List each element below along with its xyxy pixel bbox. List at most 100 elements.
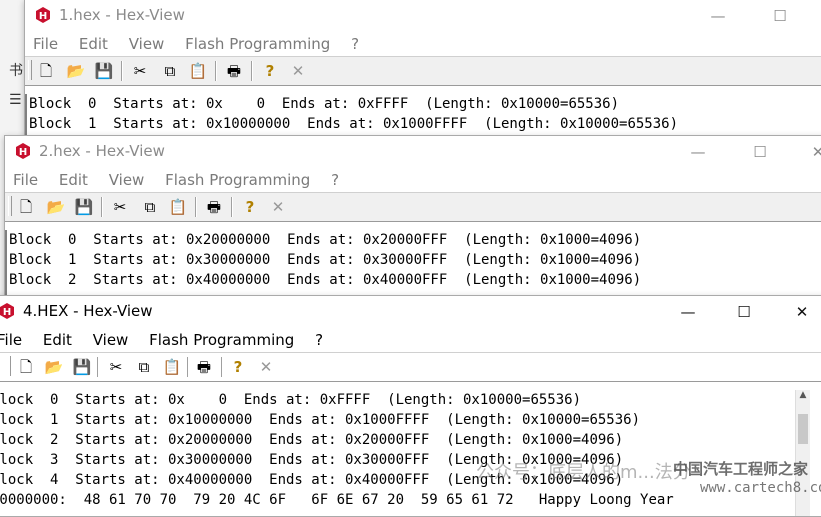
toolbar-separator — [187, 357, 189, 377]
block-list: Block 0 Starts at: 0x 0 Ends at: 0xFFFF … — [25, 94, 821, 140]
open-folder-icon[interactable]: 📂 — [45, 196, 67, 218]
window-1hex[interactable]: H 1.hex - Hex-View — ☐ File Edit View Fl… — [24, 0, 821, 141]
copy-icon[interactable]: ⧉ — [133, 356, 155, 378]
new-file-icon[interactable]: 🗋 — [15, 196, 37, 218]
cut-icon[interactable]: ✂ — [109, 196, 131, 218]
close-button[interactable]: ✕ — [779, 296, 821, 328]
menu-help[interactable]: ? — [351, 32, 359, 56]
svg-text:H: H — [19, 147, 27, 158]
minimize-button[interactable]: — — [675, 136, 721, 168]
scroll-up-icon[interactable]: ▲ — [796, 390, 810, 406]
title-bar[interactable]: H 4.HEX - Hex-View — ☐ ✕ — [0, 296, 821, 328]
toolbar-separator — [215, 61, 217, 81]
toolbar-separator — [231, 197, 233, 217]
close-file-icon[interactable]: ✕ — [267, 196, 289, 218]
maximize-button[interactable]: ☐ — [721, 296, 767, 328]
wechat-watermark: 公众号：底层人的m...法分 — [476, 462, 691, 483]
help-icon[interactable]: ? — [227, 356, 249, 378]
vertical-scrollbar[interactable]: ▲ — [795, 390, 810, 516]
toolbar-grip[interactable] — [7, 356, 11, 376]
menu-bar: File Edit View Flash Programming ? — [5, 168, 821, 192]
block-line: Block 0 Starts at: 0x 0 Ends at: 0xFFFF … — [29, 96, 620, 112]
toolbar-separator — [121, 61, 123, 81]
menu-flash-programming[interactable]: Flash Programming — [149, 328, 294, 352]
print-icon[interactable]: 🖶 — [193, 356, 215, 378]
block-line: Block 2 Starts at: 0x20000000 Ends at: 0… — [0, 432, 624, 448]
menu-flash-programming[interactable]: Flash Programming — [165, 168, 310, 192]
toolbar: 🗋 📂 💾 ✂ ⧉ 📋 🖶 ? ✕ — [0, 352, 821, 382]
menu-view[interactable]: View — [129, 32, 165, 56]
paste-icon[interactable]: 📋 — [187, 60, 209, 82]
block-list: Block 0 Starts at: 0x20000000 Ends at: 0… — [5, 230, 821, 296]
site-watermark-url: www.cartech8.com — [700, 480, 821, 496]
window-title: 1.hex - Hex-View — [59, 6, 185, 24]
open-folder-icon[interactable]: 📂 — [65, 60, 87, 82]
menu-file[interactable]: File — [0, 328, 22, 352]
toolbar-separator — [251, 61, 253, 81]
block-line: Block 1 Starts at: 0x10000000 Ends at: 0… — [0, 412, 641, 428]
desktop-list-icon: ☰ — [9, 92, 22, 108]
window-2hex[interactable]: H 2.hex - Hex-View — ☐ ✕ File Edit View … — [4, 135, 821, 297]
minimize-button[interactable]: — — [695, 0, 741, 32]
menu-file[interactable]: File — [33, 32, 58, 56]
save-icon[interactable]: 💾 — [93, 60, 115, 82]
menu-edit[interactable]: Edit — [43, 328, 72, 352]
menu-flash-programming[interactable]: Flash Programming — [185, 32, 330, 56]
help-icon[interactable]: ? — [239, 196, 261, 218]
block-line: Block 2 Starts at: 0x40000000 Ends at: 0… — [9, 272, 642, 288]
hexview-app-icon: H — [36, 7, 50, 23]
block-line: Block 0 Starts at: 0x20000000 Ends at: 0… — [9, 232, 642, 248]
block-line: Block 0 Starts at: 0x 0 Ends at: 0xFFFF … — [0, 392, 582, 408]
toolbar-separator — [195, 197, 197, 217]
help-icon[interactable]: ? — [259, 60, 281, 82]
open-folder-icon[interactable]: 📂 — [43, 356, 65, 378]
cut-icon[interactable]: ✂ — [105, 356, 127, 378]
window-title: 2.hex - Hex-View — [39, 142, 165, 160]
menu-view[interactable]: View — [109, 168, 145, 192]
close-file-icon[interactable]: ✕ — [255, 356, 277, 378]
menu-bar: File Edit View Flash Programming ? — [0, 328, 821, 352]
close-button[interactable]: ✕ — [795, 136, 821, 168]
menu-help[interactable]: ? — [315, 328, 323, 352]
toolbar: 🗋 📂 💾 ✂ ⧉ 📋 🖶 ? ✕ — [5, 192, 821, 222]
svg-text:H: H — [39, 11, 47, 22]
menu-edit[interactable]: Edit — [59, 168, 88, 192]
toolbar: 🗋 📂 💾 ✂ ⧉ 📋 🖶 ? ✕ — [25, 56, 821, 86]
hexview-app-icon: H — [0, 303, 14, 319]
close-file-icon[interactable]: ✕ — [287, 60, 309, 82]
print-icon[interactable]: 🖶 — [223, 60, 245, 82]
block-line: Block 1 Starts at: 0x10000000 Ends at: 0… — [29, 116, 679, 132]
menu-edit[interactable]: Edit — [79, 32, 108, 56]
site-watermark-cn: 中国汽车工程师之家 — [673, 460, 809, 478]
paste-icon[interactable]: 📋 — [161, 356, 183, 378]
maximize-button[interactable]: ☐ — [737, 136, 783, 168]
title-bar[interactable]: H 2.hex - Hex-View — ☐ ✕ — [5, 136, 821, 168]
new-file-icon[interactable]: 🗋 — [35, 60, 57, 82]
paste-icon[interactable]: 📋 — [167, 196, 189, 218]
hex-data-line: 00000000: 48 61 70 70 79 20 4C 6F 6F 6E … — [0, 492, 674, 508]
menu-help[interactable]: ? — [331, 168, 339, 192]
toolbar-grip[interactable] — [28, 60, 32, 80]
save-icon[interactable]: 💾 — [71, 356, 93, 378]
desktop-glyph: 书 — [9, 63, 23, 79]
window-4hex[interactable]: H 4.HEX - Hex-View — ☐ ✕ File Edit View … — [0, 295, 821, 517]
new-file-icon[interactable]: 🗋 — [15, 356, 37, 378]
hexview-app-icon: H — [16, 143, 30, 159]
copy-icon[interactable]: ⧉ — [139, 196, 161, 218]
toolbar-grip[interactable] — [8, 196, 12, 216]
minimize-button[interactable]: — — [665, 296, 711, 328]
menu-file[interactable]: File — [13, 168, 38, 192]
print-icon[interactable]: 🖶 — [203, 196, 225, 218]
svg-text:H: H — [3, 307, 11, 318]
title-bar[interactable]: H 1.hex - Hex-View — ☐ — [25, 0, 821, 32]
menu-view[interactable]: View — [93, 328, 129, 352]
window-title: 4.HEX - Hex-View — [23, 302, 153, 320]
toolbar-separator — [101, 197, 103, 217]
block-line: Block 1 Starts at: 0x30000000 Ends at: 0… — [9, 252, 642, 268]
block-list: Block 0 Starts at: 0x 0 Ends at: 0xFFFF … — [0, 390, 821, 516]
cut-icon[interactable]: ✂ — [129, 60, 151, 82]
maximize-button[interactable]: ☐ — [757, 0, 803, 32]
scroll-thumb[interactable] — [798, 414, 808, 444]
save-icon[interactable]: 💾 — [73, 196, 95, 218]
copy-icon[interactable]: ⧉ — [159, 60, 181, 82]
